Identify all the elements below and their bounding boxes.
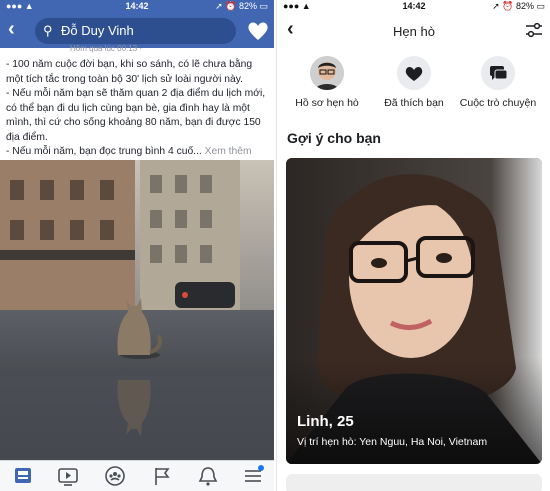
search-icon: ⚲ [43, 23, 53, 38]
shortcut-label: Hồ sơ hẹn hò [295, 97, 359, 109]
shortcut-conversations[interactable]: Cuộc trò chuyện [453, 56, 543, 109]
status-right: ➚ ⏰ 82% ▭ [492, 1, 545, 11]
profile-avatar [310, 56, 344, 90]
cat-street-photo [0, 160, 274, 460]
post-line: - Nếu mỗi năm bạn sẽ thăm quan 2 địa điể… [6, 88, 266, 143]
menu-hamburger-icon[interactable] [240, 464, 266, 488]
notification-dot [258, 465, 264, 471]
pages-flag-icon[interactable] [149, 464, 175, 488]
heart-icon [405, 67, 423, 81]
see-more-link[interactable]: Xem thêm [205, 146, 252, 157]
post-body: - 100 năm cuộc đời bạn, khi so sánh, có … [6, 58, 270, 160]
shortcut-liked-you[interactable]: Đã thích bạn [369, 56, 459, 109]
groups-icon[interactable] [102, 464, 128, 488]
search-bar-row: ‹ ⚲ Đỗ Duy Vinh [0, 16, 274, 46]
suggestions-heading: Gợi ý cho bạn [287, 130, 381, 146]
news-feed-icon[interactable] [10, 464, 36, 488]
search-query: Đỗ Duy Vinh [61, 23, 134, 38]
post-line: - Nếu mỗi năm, bạn đọc trung bình 4 cuố.… [6, 145, 270, 160]
shortcut-label: Đã thích bạn [384, 97, 444, 109]
bottom-tab-bar [0, 460, 274, 491]
shortcut-dating-profile[interactable]: Hồ sơ hẹn hò [282, 56, 372, 109]
search-input[interactable]: ⚲ Đỗ Duy Vinh [35, 18, 236, 44]
notifications-bell-icon[interactable] [195, 464, 221, 488]
battery-percent: 82% [238, 1, 257, 11]
match-name-age: Linh, 25 [297, 413, 354, 430]
facebook-post-screen: ●●● ▲ 14:42 ➚ ⏰ 82% ▭ ‹ ⚲ Đỗ Duy Vinh Hô… [0, 0, 274, 491]
liked-circle [397, 56, 431, 90]
chat-icon [490, 66, 508, 80]
chat-circle [481, 56, 515, 90]
shortcut-label: Cuộc trò chuyện [459, 97, 537, 109]
dating-heart-icon[interactable] [246, 19, 270, 43]
next-card-peek [286, 474, 542, 491]
screenshot-root: ●●● ▲ 14:42 ➚ ⏰ 82% ▭ ‹ ⚲ Đỗ Duy Vinh Hô… [0, 0, 550, 491]
battery-percent: 82% [515, 1, 534, 11]
settings-sliders-icon[interactable] [524, 22, 544, 38]
dating-screen: ●●● ▲ 14:42 ➚ ⏰ 82% ▭ ‹ Hẹn hò Hồ sơ hẹn… [276, 0, 550, 491]
page-title: Hẹn hò [393, 24, 435, 39]
post-meta-text: Hôm qua lúc 00:13 · [70, 44, 143, 53]
match-card[interactable]: Linh, 25 Vị trí hẹn hò: Yen Nguu, Ha Noi… [286, 158, 542, 464]
post-photo-cat[interactable] [0, 160, 274, 460]
post-line-text: - Nếu mỗi năm, bạn đọc trung bình 4 cuố.… [6, 146, 202, 157]
status-right: ➚ ⏰ 82% ▭ [215, 1, 268, 11]
status-bar: ●●● ▲ 14:42 ➚ ⏰ 82% ▭ [277, 0, 550, 14]
status-bar: ●●● ▲ 14:42 ➚ ⏰ 82% ▭ [0, 0, 274, 14]
watch-video-icon[interactable] [55, 464, 81, 488]
match-location: Vị trí hẹn hò: Yen Nguu, Ha Noi, Vietnam [297, 436, 488, 448]
post-line: - 100 năm cuộc đời bạn, khi so sánh, có … [6, 59, 253, 85]
back-arrow-icon[interactable]: ‹ [8, 18, 15, 41]
post-timestamp: Hôm qua lúc 00:13 · [70, 44, 142, 53]
